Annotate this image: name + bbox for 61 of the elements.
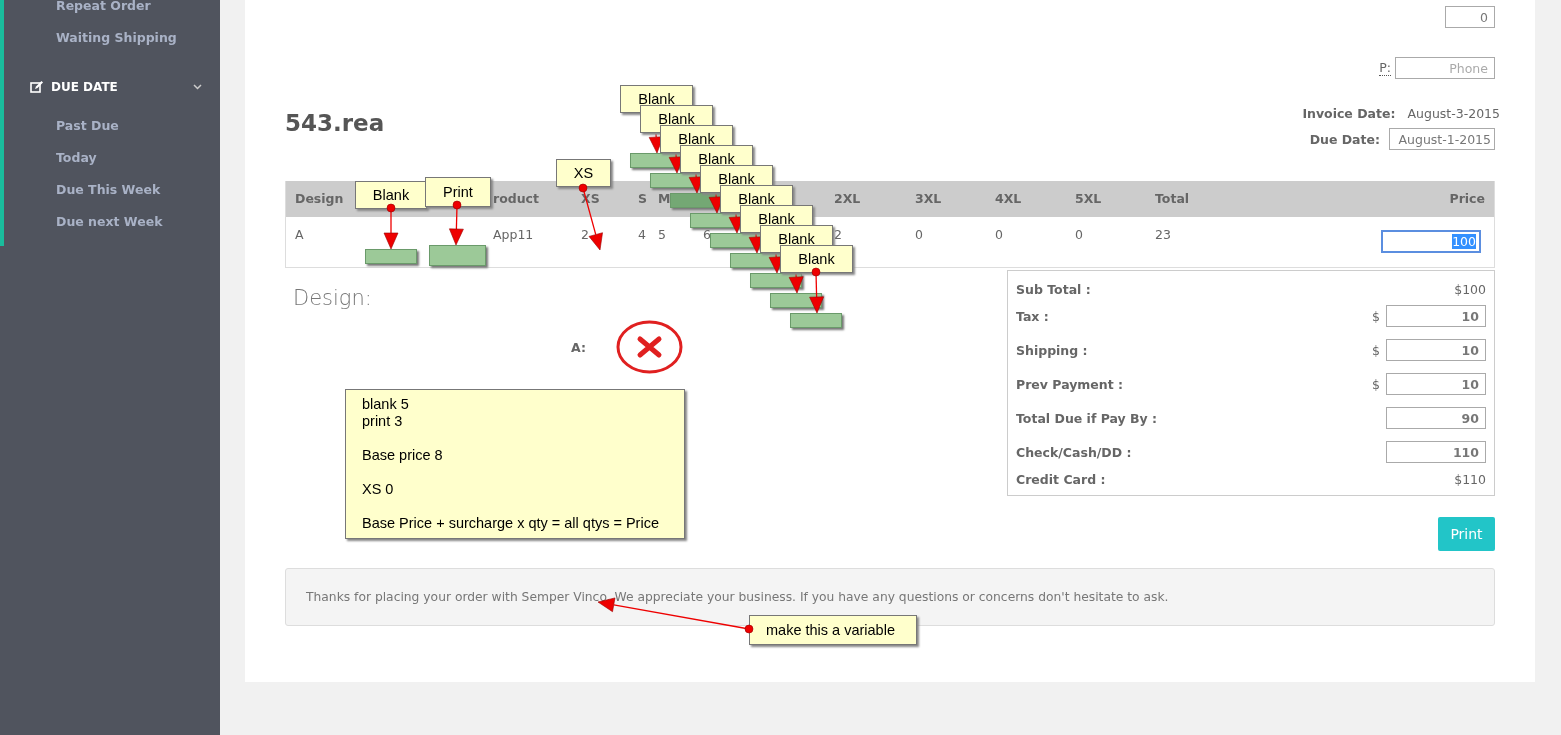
design-heading: Design: xyxy=(293,286,373,310)
price-field[interactable]: 100 xyxy=(1381,230,1481,253)
annotation-arrow xyxy=(449,200,464,246)
amount-field[interactable]: 90 xyxy=(1386,407,1486,429)
total-label: Credit Card : xyxy=(1016,471,1106,487)
table-cell-text: 0 xyxy=(994,226,1003,244)
annotation-arrow xyxy=(788,273,804,294)
chevron-icon[interactable] xyxy=(193,84,202,90)
annotation-arrow xyxy=(383,203,399,250)
total-label: Total Due if Pay By : xyxy=(1016,410,1158,426)
sidebar-item[interactable]: Repeat Order xyxy=(0,0,151,22)
note-text: blank 5 print 3 xyxy=(362,396,410,430)
design-label: A: xyxy=(571,339,586,355)
total-label: Check/Cash/DD : xyxy=(1016,444,1132,460)
due-date-label: Due Date: xyxy=(1309,131,1380,147)
table-cell-text: 6 xyxy=(702,226,711,244)
invoice-title: 543.rea xyxy=(285,110,385,138)
sidebar-item[interactable]: Today xyxy=(0,142,97,174)
callout-note: Blank xyxy=(355,181,427,209)
sidebar-item[interactable]: Waiting Shipping xyxy=(0,22,177,54)
amount-field[interactable]: 10 xyxy=(1386,339,1486,361)
phone-label: P: xyxy=(1379,60,1391,76)
total-label: Shipping : xyxy=(1016,342,1088,358)
callout-note: Blank xyxy=(780,245,853,273)
table-cell-text: 2 xyxy=(580,226,589,244)
sidebar-item[interactable]: Due This Week xyxy=(0,174,161,206)
table-cell-text: A xyxy=(294,226,304,244)
thank-you-message: Thanks for placing your order with Semper Vinco. We appreciate your business. If you have any questions or concerns don't hesitate to ask. xyxy=(306,590,1169,604)
table-cell-text: 0 xyxy=(1074,226,1083,244)
sidebar-item[interactable]: Due next Week xyxy=(0,206,163,238)
table-cell-text: 23 xyxy=(1154,226,1171,244)
table-cell-text: App11 xyxy=(492,226,534,244)
input-field[interactable]: 0 xyxy=(1445,6,1495,28)
currency-sign: $ xyxy=(1372,376,1380,392)
total-value: $110 xyxy=(1454,471,1486,487)
sidebar-item[interactable]: Past Due xyxy=(0,110,119,142)
due-date-field[interactable]: August-1-2015 xyxy=(1389,128,1495,150)
note-text: Base Price + surcharge x qty = all qtys = Price xyxy=(362,515,660,532)
section-header[interactable]: DUE DATE xyxy=(51,80,118,94)
currency-sign: $ xyxy=(1372,308,1380,324)
amount-field[interactable]: 10 xyxy=(1386,305,1486,327)
note-text: Base price 8 xyxy=(362,447,444,464)
table-cell-text: 5 xyxy=(657,226,666,244)
amount-field[interactable]: 10 xyxy=(1386,373,1486,395)
total-value: $100 xyxy=(1454,281,1486,297)
table-cell-text: 4 xyxy=(637,226,646,244)
note-text: XS 0 xyxy=(362,481,395,498)
invoice-date-label: Invoice Date: xyxy=(1302,106,1396,121)
invoice-date-value: August-3-2015 xyxy=(1407,106,1500,121)
callout-note: XS xyxy=(556,159,611,187)
currency-sign: $ xyxy=(1372,342,1380,358)
callout-note: make this a variable xyxy=(749,615,917,645)
callout-note: Print xyxy=(425,177,491,207)
total-label: Tax : xyxy=(1016,308,1049,324)
amount-field[interactable]: 110 xyxy=(1386,441,1486,463)
phone-field[interactable]: Phone xyxy=(1395,57,1495,79)
total-label: Prev Payment : xyxy=(1016,376,1124,392)
annotation-arrow xyxy=(809,267,824,314)
table-cell-text: 0 xyxy=(914,226,923,244)
edit-icon xyxy=(30,81,43,93)
total-label: Sub Total : xyxy=(1016,281,1091,297)
